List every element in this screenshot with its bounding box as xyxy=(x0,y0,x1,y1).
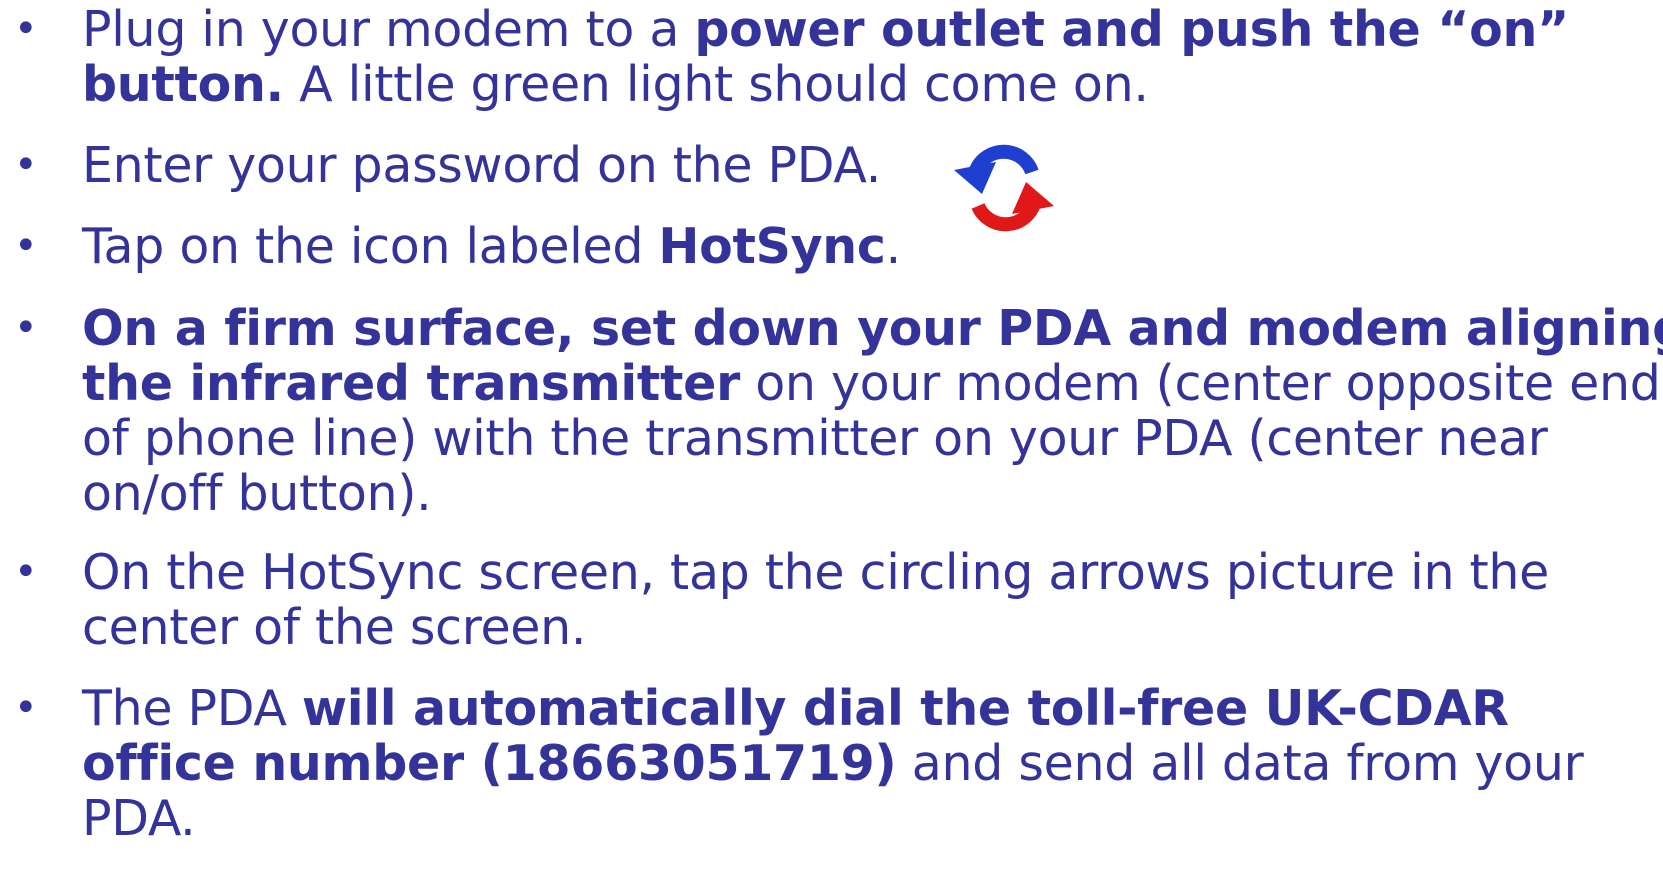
bullet-text-line: On the HotSync screen, tap the circling … xyxy=(82,545,1663,600)
hotsync-red-arrowhead xyxy=(1012,182,1054,214)
bold-text-run: power outlet and push the “on” xyxy=(694,1,1569,58)
text-run: The PDA xyxy=(82,680,302,737)
text-run: and send all data from your xyxy=(896,735,1584,792)
bullet-text-line: The PDA will automatically dial the toll… xyxy=(82,681,1663,736)
text-run: Enter your password on the PDA. xyxy=(82,137,882,194)
hotsync-icon[interactable] xyxy=(948,132,1060,244)
bold-text-run: button. xyxy=(82,56,284,113)
bold-text-run: the infrared transmitter xyxy=(82,355,740,412)
text-run: On the HotSync screen, tap the circling … xyxy=(82,544,1549,601)
bullet-marker: • xyxy=(14,685,38,731)
bold-text-run: On a firm surface, set down your PDA and… xyxy=(82,300,1663,357)
text-run: Tap on the icon labeled xyxy=(82,218,659,275)
bold-text-run: HotSync xyxy=(658,218,886,275)
slide: • Plug in your modem to a power outlet a… xyxy=(0,0,1663,885)
hotsync-blue-arrowhead xyxy=(954,162,996,194)
bullet-text: On a firm surface, set down your PDA and… xyxy=(82,301,1663,521)
text-run: center of the screen. xyxy=(82,599,587,656)
bullet-text-line: the infrared transmitter on your modem (… xyxy=(82,356,1663,411)
text-run: on your modem (center opposite end xyxy=(739,355,1661,412)
bullet-text-line: of phone line) with the transmitter on y… xyxy=(82,411,1663,466)
bullet-marker: • xyxy=(14,305,38,351)
text-run: . xyxy=(885,218,902,275)
bold-text-run: will automatically dial the toll-free UK… xyxy=(301,680,1509,737)
bullet-text-line: PDA. xyxy=(82,791,1663,846)
text-run: on/off button). xyxy=(82,465,432,522)
bullet-text-line: Enter your password on the PDA. xyxy=(82,138,1663,193)
bullet-text-line: button. A little green light should come… xyxy=(82,57,1663,112)
bullet-text-line: center of the screen. xyxy=(82,600,1663,655)
bullet-text-line: On a firm surface, set down your PDA and… xyxy=(82,301,1663,356)
bullet-marker: • xyxy=(14,6,38,52)
bullet-text-line: Plug in your modem to a power outlet and… xyxy=(82,2,1663,57)
bullet-text: The PDA will automatically dial the toll… xyxy=(82,681,1663,846)
bullet-text: Plug in your modem to a power outlet and… xyxy=(82,2,1663,112)
bullet-text-line: office number (18663051719) and send all… xyxy=(82,736,1663,791)
bullet-text-line: Tap on the icon labeled HotSync. xyxy=(82,219,1663,274)
bullet-text: On the HotSync screen, tap the circling … xyxy=(82,545,1663,655)
bold-text-run: office number (18663051719) xyxy=(82,735,897,792)
bullet-text: Tap on the icon labeled HotSync. xyxy=(82,219,1663,274)
text-run: PDA. xyxy=(82,790,196,847)
bullet-marker: • xyxy=(14,142,38,188)
bullet-text-line: on/off button). xyxy=(82,466,1663,521)
bullet-marker: • xyxy=(14,223,38,269)
bullet-marker: • xyxy=(14,549,38,595)
bullet-text: Enter your password on the PDA. xyxy=(82,138,1663,193)
text-run: of phone line) with the transmitter on y… xyxy=(82,410,1548,467)
text-run: Plug in your modem to a xyxy=(82,1,695,58)
text-run: A little green light should come on. xyxy=(283,56,1149,113)
